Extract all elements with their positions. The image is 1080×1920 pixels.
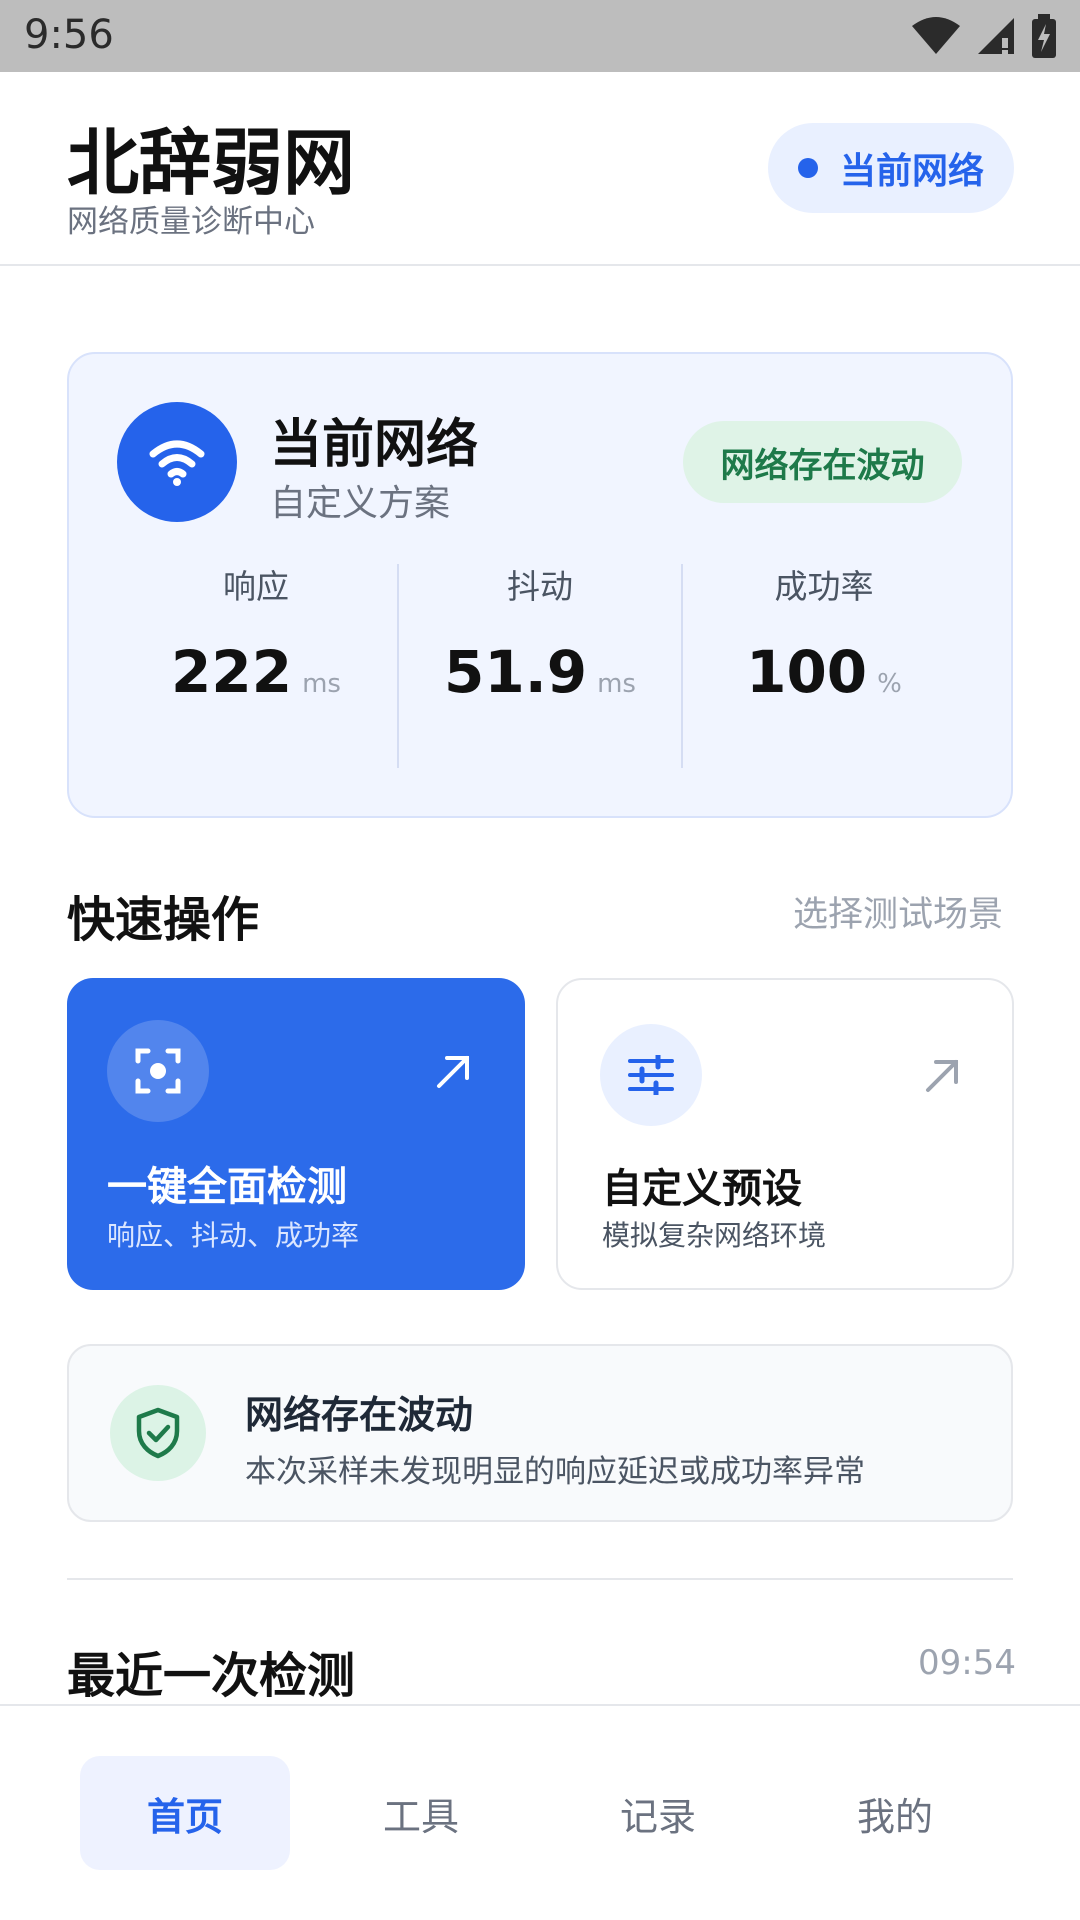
wifi-signal-icon bbox=[912, 17, 960, 54]
network-status-info-card bbox=[67, 1344, 1013, 1522]
metric-jitter: 抖动 51.9 ms bbox=[399, 560, 681, 706]
metric-value: 51.9 bbox=[444, 638, 588, 706]
shield-check-icon bbox=[110, 1385, 206, 1481]
metric-value: 100 bbox=[746, 638, 868, 706]
network-subtitle: 自定义方案 bbox=[270, 483, 451, 524]
sliders-icon bbox=[600, 1024, 702, 1126]
arrow-up-right-icon bbox=[437, 1056, 469, 1088]
battery-charging-icon bbox=[1032, 14, 1056, 58]
metric-unit: ms bbox=[302, 669, 341, 699]
wifi-icon bbox=[117, 402, 237, 522]
info-title: 网络存在波动 bbox=[245, 1393, 474, 1437]
full-check-subtitle: 响应、抖动、成功率 bbox=[107, 1219, 360, 1252]
current-network-pill-label: 当前网络 bbox=[839, 151, 984, 192]
metric-value: 222 bbox=[171, 638, 293, 706]
full-check-title: 一键全面检测 bbox=[107, 1164, 347, 1210]
header-divider bbox=[0, 264, 1080, 266]
status-icons bbox=[910, 12, 1058, 60]
custom-preset-title: 自定义预设 bbox=[602, 1166, 802, 1212]
metric-response: 响应 222 ms bbox=[115, 560, 397, 706]
metric-label: 成功率 bbox=[774, 567, 874, 606]
select-scene-link[interactable]: 选择测试场景 bbox=[793, 886, 1003, 937]
app-title: 北辞弱网 bbox=[67, 121, 356, 205]
nav-tools[interactable]: 工具 bbox=[316, 1756, 526, 1870]
metric-label: 抖动 bbox=[507, 567, 573, 606]
metric-label: 响应 bbox=[223, 567, 289, 606]
recent-check-time: 09:54 bbox=[918, 1643, 1016, 1683]
custom-preset-card[interactable]: 自定义预设 模拟复杂网络环境 bbox=[556, 978, 1014, 1290]
bottom-nav: 首页 工具 记录 我的 bbox=[0, 1704, 1080, 1920]
nav-mine[interactable]: 我的 bbox=[790, 1756, 1000, 1870]
scan-icon bbox=[107, 1020, 209, 1122]
metric-unit: ms bbox=[597, 669, 636, 699]
info-subtitle: 本次采样未发现明显的响应延迟或成功率异常 bbox=[245, 1454, 865, 1490]
metric-success-rate: 成功率 100 % bbox=[683, 560, 965, 706]
nav-records[interactable]: 记录 bbox=[553, 1756, 763, 1870]
arrow-up-right-icon bbox=[926, 1060, 958, 1092]
quick-ops-title: 快速操作 bbox=[67, 892, 260, 948]
custom-preset-subtitle: 模拟复杂网络环境 bbox=[602, 1219, 827, 1252]
status-time: 9:56 bbox=[24, 12, 114, 58]
nav-home[interactable]: 首页 bbox=[80, 1756, 290, 1870]
current-network-pill[interactable]: 当前网络 bbox=[768, 123, 1014, 213]
app-subtitle: 网络质量诊断中心 bbox=[67, 204, 315, 240]
metric-unit: % bbox=[877, 669, 902, 699]
status-dot-icon bbox=[797, 158, 818, 178]
cell-signal-icon bbox=[978, 18, 1014, 54]
network-status-badge: 网络存在波动 bbox=[683, 421, 962, 503]
recent-check-title: 最近一次检测 bbox=[67, 1648, 356, 1704]
section-divider bbox=[67, 1578, 1013, 1580]
full-check-card[interactable]: 一键全面检测 响应、抖动、成功率 bbox=[67, 978, 525, 1290]
network-title: 当前网络 bbox=[270, 415, 479, 475]
